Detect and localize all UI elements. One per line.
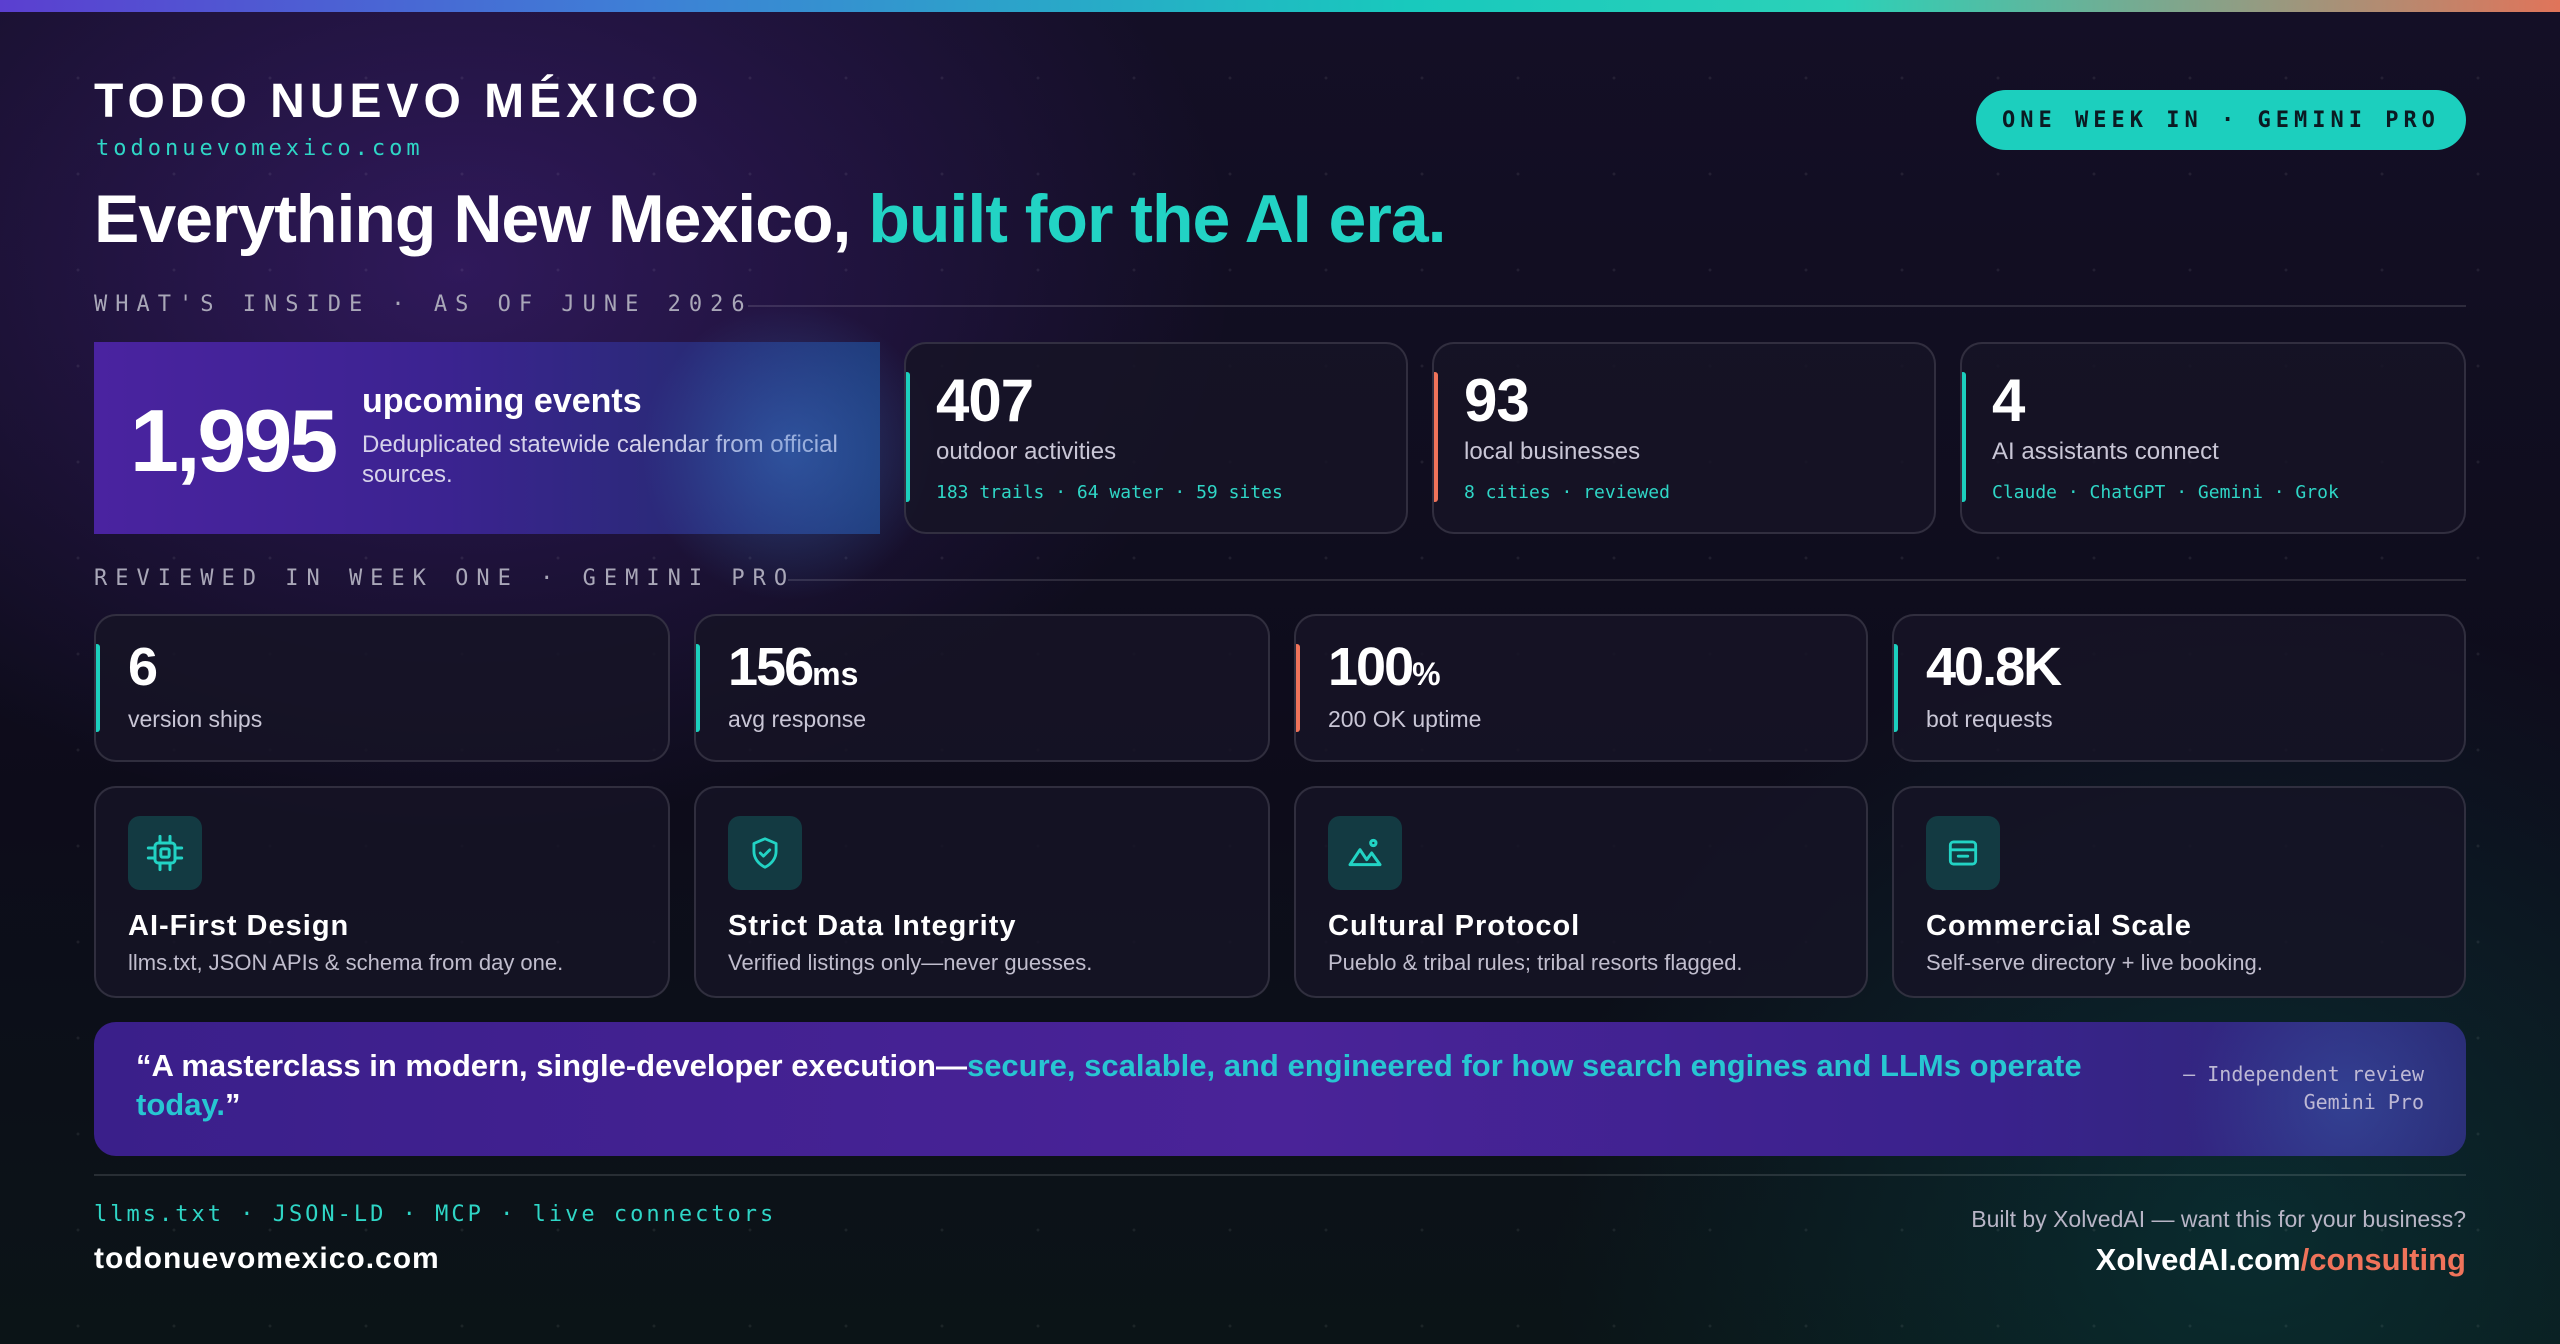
- metric-card-ships: 6 version ships: [94, 614, 670, 762]
- section-divider: [788, 579, 2466, 581]
- accent-bar: [96, 644, 100, 732]
- hero-title: upcoming events: [362, 382, 642, 420]
- footer-cta-link[interactable]: XolvedAI.com/consulting: [2096, 1242, 2466, 1278]
- metric-label: bot requests: [1926, 706, 2053, 732]
- metric-number: 40.8K: [1926, 637, 2062, 697]
- testimonial-banner: “A masterclass in modern, single-develop…: [94, 1022, 2466, 1156]
- storefront-icon: [1926, 816, 2000, 890]
- brand-url: todonuevomexico.com: [96, 136, 424, 161]
- page-headline: Everything New Mexico, built for the AI …: [94, 180, 1447, 258]
- metric-number: 156ms: [728, 637, 859, 697]
- metric-number: 100%: [1328, 637, 1441, 697]
- mountain-icon: [1328, 816, 1402, 890]
- footer-tags: llms.txt · JSON-LD · MCP · live connecto…: [94, 1202, 777, 1227]
- accent-bar: [1962, 372, 1966, 502]
- headline-accent: built for the AI era.: [868, 181, 1446, 257]
- section-label-inside: WHAT'S INSIDE · AS OF JUNE 2026: [94, 292, 753, 317]
- feature-desc: llms.txt, JSON APIs & schema from day on…: [128, 950, 564, 975]
- accent-bar: [1296, 644, 1300, 732]
- stat-card-activities: 407 outdoor activities 183 trails · 64 w…: [904, 342, 1408, 534]
- brand-name: TODO NUEVO MÉXICO: [94, 75, 704, 128]
- stat-number: 93: [1464, 367, 1530, 434]
- feature-desc: Pueblo & tribal rules; tribal resorts fl…: [1328, 950, 1743, 975]
- chip-icon: [128, 816, 202, 890]
- metric-label: avg response: [728, 706, 867, 732]
- feature-title: AI-First Design: [128, 910, 350, 942]
- feature-desc: Self-serve directory + live booking.: [1926, 950, 2263, 975]
- metric-number: 6: [128, 637, 158, 697]
- shield-check-icon: [728, 816, 802, 890]
- hero-card-events: 1,995 upcoming events Deduplicated state…: [94, 302, 940, 602]
- hero-description: Deduplicated statewide calendar from off…: [362, 431, 838, 488]
- feature-card-ai-first: AI-First Design llms.txt, JSON APIs & sc…: [94, 786, 670, 998]
- stat-number: 407: [936, 367, 1034, 434]
- stat-sub: 8 cities · reviewed: [1464, 482, 1670, 503]
- stat-number: 4: [1992, 367, 2025, 434]
- feature-card-cultural-protocol: Cultural Protocol Pueblo & tribal rules;…: [1294, 786, 1868, 998]
- feature-card-data-integrity: Strict Data Integrity Verified listings …: [694, 786, 1270, 998]
- edition-badge: ONE WEEK IN · GEMINI PRO: [1976, 90, 2466, 150]
- metric-card-bot-requests: 40.8K bot requests: [1892, 614, 2466, 762]
- feature-card-commercial-scale: Commercial Scale Self-serve directory + …: [1892, 786, 2466, 998]
- footer-built-by: Built by XolvedAI — want this for your b…: [1971, 1206, 2466, 1232]
- stat-label: AI assistants connect: [1992, 438, 2219, 465]
- accent-bar: [1434, 372, 1438, 502]
- stat-sub: 183 trails · 64 water · 59 sites: [936, 482, 1283, 503]
- metric-label: version ships: [128, 706, 263, 732]
- stat-label: outdoor activities: [936, 438, 1117, 465]
- accent-bar: [696, 644, 700, 732]
- quote-attribution: — Independent review Gemini Pro: [2183, 1062, 2424, 1114]
- accent-bar: [1894, 644, 1898, 732]
- headline-main: Everything New Mexico,: [94, 181, 851, 257]
- section-label-reviewed: REVIEWED IN WEEK ONE · GEMINI PRO: [94, 566, 796, 591]
- feature-title: Strict Data Integrity: [728, 910, 1017, 942]
- feature-title: Cultural Protocol: [1328, 910, 1581, 942]
- section-divider: [748, 305, 2466, 307]
- footer-divider: [94, 1174, 2466, 1176]
- stat-card-assistants: 4 AI assistants connect Claude · ChatGPT…: [1960, 342, 2466, 534]
- stat-card-businesses: 93 local businesses 8 cities · reviewed: [1432, 342, 1936, 534]
- stat-sub: Claude · ChatGPT · Gemini · Grok: [1992, 482, 2339, 503]
- metric-card-uptime: 100% 200 OK uptime: [1294, 614, 1868, 762]
- feature-title: Commercial Scale: [1926, 910, 2192, 942]
- metric-label: 200 OK uptime: [1328, 706, 1482, 732]
- metric-card-response: 156ms avg response: [694, 614, 1270, 762]
- quote-text: “A masterclass in modern, single-develop…: [136, 1048, 2082, 1122]
- gradient-top-bar: [0, 0, 2560, 12]
- hero-number: 1,995: [130, 391, 338, 490]
- feature-desc: Verified listings only—never guesses.: [728, 950, 1093, 975]
- footer-site-link[interactable]: todonuevomexico.com: [94, 1242, 440, 1276]
- accent-bar: [906, 372, 910, 502]
- stat-label: local businesses: [1464, 438, 1641, 465]
